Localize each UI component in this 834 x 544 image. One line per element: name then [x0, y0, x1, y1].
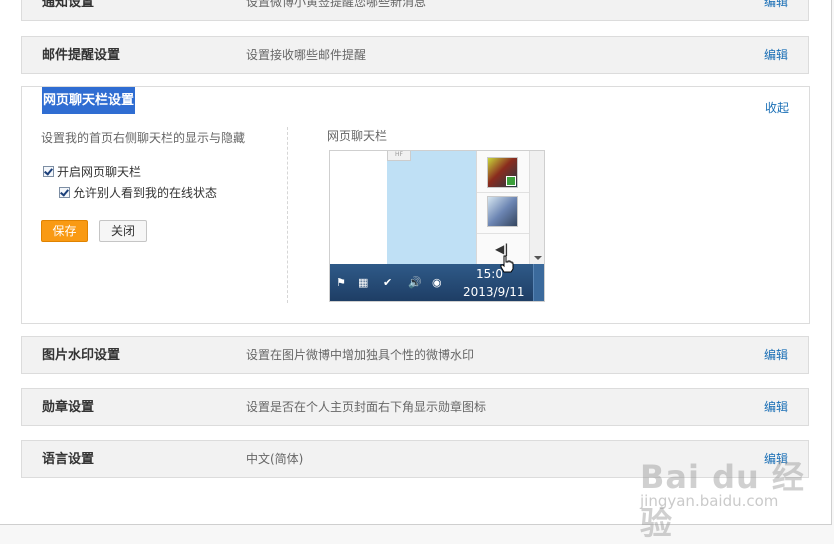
row-title: 通知设置 [42, 0, 95, 10]
divider [477, 233, 529, 234]
edit-link[interactable]: 编辑 [764, 37, 788, 74]
divider [477, 192, 529, 193]
row-title: 图片水印设置 [42, 348, 121, 363]
online-status-checkbox-row[interactable]: 允许别人看到我的在线状态 [59, 184, 217, 201]
taskbar-time: 15:0 [476, 267, 503, 281]
panel-description: 设置我的首页右侧聊天栏的显示与隐藏 [41, 131, 246, 145]
preview-page-area [387, 151, 476, 264]
preview-chat-sidebar: ◀| [476, 151, 529, 264]
app-tray-icon: ◉ [432, 276, 442, 289]
panel-title: 网页聊天栏设置 [42, 87, 136, 114]
language-settings-row: 语言设置 中文(简体) 编辑 [21, 440, 809, 478]
collapse-arrow-icon: ◀| [495, 242, 509, 256]
checkbox-label: 开启网页聊天栏 [57, 165, 142, 179]
email-settings-row: 邮件提醒设置 设置接收哪些邮件提醒 编辑 [21, 36, 809, 74]
tool-icon: ✔ [383, 276, 393, 289]
edit-link[interactable]: 编辑 [764, 441, 788, 478]
image-watermark-settings-row: 图片水印设置 设置在图片微博中增加独具个性的微博水印 编辑 [21, 336, 809, 374]
online-badge-icon [506, 176, 516, 186]
network-icon: ▦ [358, 276, 369, 289]
panel-divider [287, 127, 288, 303]
row-description: 设置是否在个人主页封面右下角显示勋章图标 [246, 400, 487, 414]
notification-settings-row: 通知设置 设置微博小黄签提醒您哪些新消息 编辑 [21, 0, 809, 21]
avatar [487, 157, 518, 188]
preview-scrollbar [529, 151, 544, 264]
scroll-down-icon [534, 256, 542, 260]
edit-link[interactable]: 编辑 [764, 0, 788, 21]
medal-settings-row: 勋章设置 设置是否在个人主页封面右下角显示勋章图标 编辑 [21, 388, 809, 426]
row-title: 勋章设置 [42, 400, 95, 415]
online-status-checkbox[interactable] [59, 187, 70, 198]
checkbox-label: 允许别人看到我的在线状态 [73, 186, 218, 200]
row-description: 设置接收哪些邮件提醒 [246, 48, 367, 62]
chat-bar-settings-panel: 网页聊天栏设置 收起 设置我的首页右侧聊天栏的显示与隐藏 开启网页聊天栏 允许别… [21, 86, 810, 324]
edit-link[interactable]: 编辑 [764, 389, 788, 426]
enable-chat-checkbox[interactable] [43, 166, 54, 177]
row-title: 邮件提醒设置 [42, 48, 121, 63]
settings-container: 通知设置 设置微博小黄签提醒您哪些新消息 编辑 邮件提醒设置 设置接收哪些邮件提… [0, 0, 832, 525]
volume-icon: 🔊 [408, 276, 422, 289]
preview-mini-tab: HF [387, 151, 411, 161]
row-title: 语言设置 [42, 452, 95, 467]
row-description: 设置在图片微博中增加独具个性的微博水印 [246, 348, 475, 362]
chat-bar-preview-image: HF ◀| ⚑ ▦ ✔ 🔊 ◉ 15:0 2013/9/11 [329, 150, 545, 302]
edit-link[interactable]: 编辑 [764, 337, 788, 374]
show-desktop-button [533, 264, 544, 301]
row-description: 中文(简体) [246, 452, 304, 466]
row-description: 设置微博小黄签提醒您哪些新消息 [246, 0, 427, 9]
preview-label: 网页聊天栏 [327, 129, 388, 143]
flag-icon: ⚑ [336, 276, 346, 289]
enable-chat-checkbox-row[interactable]: 开启网页聊天栏 [43, 163, 141, 180]
taskbar-date: 2013/9/11 [463, 285, 525, 299]
collapse-link[interactable]: 收起 [765, 99, 789, 116]
hand-cursor-icon [500, 255, 514, 273]
avatar [487, 196, 518, 227]
close-button[interactable]: 关闭 [99, 220, 147, 242]
save-button[interactable]: 保存 [41, 220, 88, 242]
